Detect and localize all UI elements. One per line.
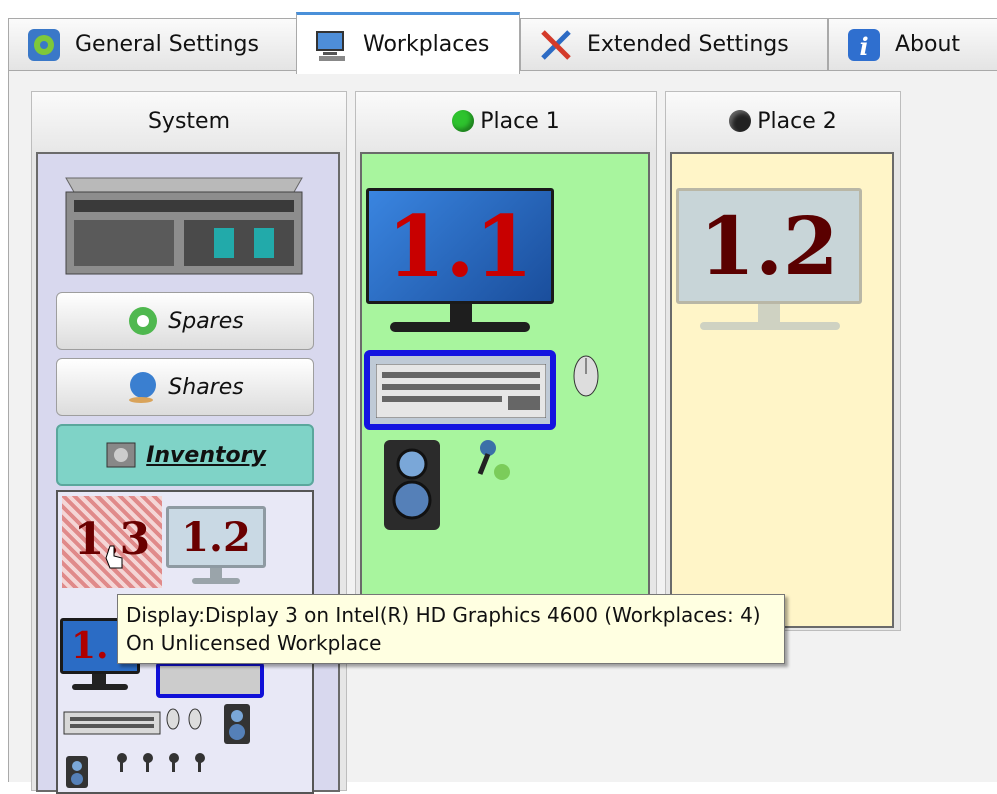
display-1-1[interactable]: 1.1 bbox=[366, 188, 554, 344]
tab-extended-settings[interactable]: Extended Settings bbox=[520, 18, 828, 70]
place-1-dropzone[interactable]: 1.1 bbox=[360, 152, 650, 628]
tab-about[interactable]: i About bbox=[828, 18, 997, 70]
tab-label: General Settings bbox=[75, 32, 259, 57]
display-1-2[interactable]: 1.2 bbox=[676, 188, 862, 338]
tooltip-line-1: Display:Display 3 on Intel(R) HD Graphic… bbox=[126, 603, 761, 627]
display-number: 1.2 bbox=[676, 188, 862, 304]
microphones-icon[interactable] bbox=[114, 752, 224, 776]
place-1-title: Place 1 bbox=[480, 108, 560, 134]
spares-button[interactable]: Spares bbox=[56, 292, 314, 350]
info-icon: i bbox=[845, 26, 883, 64]
server-icon bbox=[65, 177, 303, 275]
display-tooltip: Display:Display 3 on Intel(R) HD Graphic… bbox=[117, 594, 785, 664]
tooltip-line-2: On Unlicensed Workplace bbox=[126, 631, 382, 655]
status-online-icon bbox=[452, 110, 475, 132]
system-header: System bbox=[32, 92, 346, 150]
workplaces-computer-icon bbox=[313, 26, 351, 64]
keyboard-icon[interactable] bbox=[62, 708, 162, 738]
tools-icon bbox=[537, 26, 575, 64]
system-pool: Spares Shares Inventory 1.3 1.2 1. bbox=[36, 152, 340, 794]
mouse-icon[interactable] bbox=[572, 354, 600, 398]
shares-label: Shares bbox=[168, 374, 244, 400]
globe-hand-icon bbox=[126, 370, 160, 404]
keyboard-icon bbox=[376, 364, 546, 418]
place-1-column: Place 1 1.1 bbox=[355, 91, 657, 631]
mouse-icon[interactable] bbox=[188, 708, 202, 730]
speaker-icon[interactable] bbox=[382, 438, 442, 532]
inventory-button[interactable]: Inventory bbox=[56, 424, 314, 486]
display-number: 1.2 bbox=[166, 506, 266, 568]
place-2-dropzone[interactable]: 1.2 bbox=[670, 152, 894, 628]
display-1-2[interactable]: 1.2 bbox=[166, 506, 266, 590]
tab-label: About bbox=[895, 32, 961, 57]
place-1-header: Place 1 bbox=[356, 92, 656, 150]
inventory-label: Inventory bbox=[146, 442, 266, 468]
place-2-title: Place 2 bbox=[757, 108, 837, 134]
place-2-header: Place 2 bbox=[666, 92, 900, 150]
spares-label: Spares bbox=[168, 308, 244, 334]
svg-text:i: i bbox=[859, 32, 868, 61]
speaker-icon[interactable] bbox=[64, 754, 90, 790]
tab-label: Workplaces bbox=[363, 32, 490, 57]
mouse-icon[interactable] bbox=[166, 708, 180, 730]
tab-workplaces[interactable]: Workplaces bbox=[296, 12, 520, 74]
hand-cursor-icon bbox=[105, 545, 123, 569]
place-2-column: Place 2 1.2 bbox=[665, 91, 901, 631]
status-offline-icon bbox=[729, 110, 752, 132]
tab-general-settings[interactable]: General Settings bbox=[8, 18, 298, 70]
shares-button[interactable]: Shares bbox=[56, 358, 314, 416]
keyboard-selected[interactable] bbox=[156, 662, 264, 698]
display-number: 1.1 bbox=[366, 188, 554, 304]
display-1-3[interactable]: 1.3 bbox=[62, 496, 162, 588]
keyboard-selected[interactable] bbox=[364, 350, 556, 430]
system-column: System Spares Shares Inventory 1.3 1.2 1… bbox=[31, 91, 347, 794]
recycle-icon bbox=[126, 304, 160, 338]
workplaces-panel: System Spares Shares Inventory 1.3 1.2 1… bbox=[8, 70, 997, 794]
tab-bar: General Settings Workplaces Extended Set… bbox=[0, 0, 997, 74]
settings-gear-icon bbox=[25, 26, 63, 64]
inventory-icon bbox=[104, 438, 138, 472]
speaker-icon[interactable] bbox=[222, 702, 252, 746]
microphone-icon[interactable] bbox=[474, 438, 514, 484]
tab-label: Extended Settings bbox=[587, 32, 789, 57]
